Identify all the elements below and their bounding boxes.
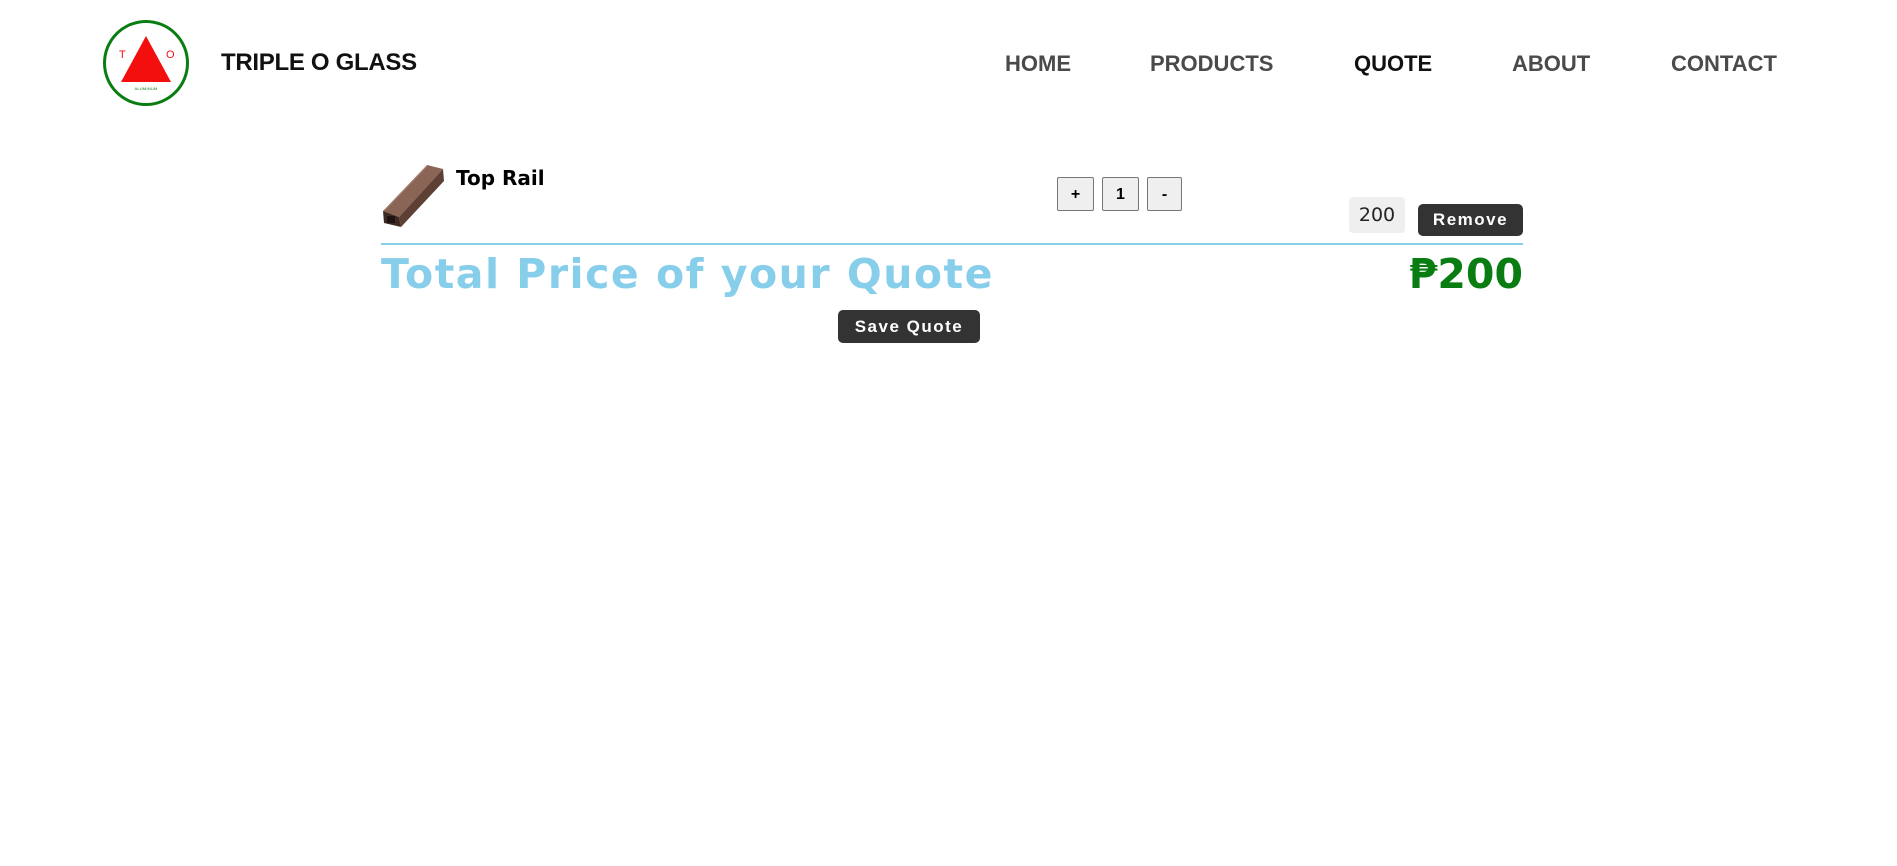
nav-products[interactable]: PRODUCTS bbox=[1150, 51, 1273, 77]
nav-quote[interactable]: QUOTE bbox=[1354, 51, 1432, 77]
nav-home[interactable]: HOME bbox=[1005, 51, 1071, 77]
quantity-field[interactable]: 1 bbox=[1102, 177, 1139, 211]
top-rail-icon bbox=[383, 165, 444, 227]
brand-name[interactable]: TRIPLE O GLASS bbox=[221, 49, 417, 77]
logo-letter-right: O bbox=[166, 49, 175, 61]
item-name: Top Rail bbox=[456, 166, 545, 190]
brand-logo[interactable]: T O ALUMINUM bbox=[103, 20, 189, 106]
logo-subtext: ALUMINUM bbox=[134, 86, 158, 91]
increment-button[interactable]: + bbox=[1057, 177, 1094, 211]
remove-button[interactable]: Remove bbox=[1418, 204, 1523, 236]
nav-contact[interactable]: CONTACT bbox=[1671, 51, 1777, 77]
total-price-value: ₱200 bbox=[1408, 250, 1523, 298]
total-divider bbox=[381, 243, 1523, 245]
decrement-button[interactable]: - bbox=[1147, 177, 1182, 211]
nav-about[interactable]: ABOUT bbox=[1512, 51, 1590, 77]
logo-letter-left: T bbox=[119, 49, 126, 61]
site-header: T O ALUMINUM TRIPLE O GLASS HOME PRODUCT… bbox=[0, 0, 1897, 130]
total-price-label: Total Price of your Quote bbox=[381, 250, 994, 298]
quote-item-row: Top Rail + 1 - 200 Remove bbox=[381, 160, 1523, 244]
save-quote-button[interactable]: Save Quote bbox=[838, 310, 980, 343]
logo-triangle-icon bbox=[121, 36, 171, 82]
item-price: 200 bbox=[1349, 197, 1405, 233]
